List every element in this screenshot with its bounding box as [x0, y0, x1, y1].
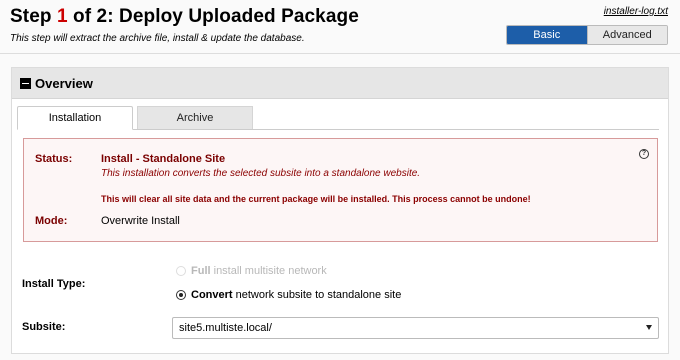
mode-toggle: Basic Advanced	[506, 25, 668, 45]
title-suffix: of 2: Deploy Uploaded Package	[73, 6, 359, 27]
install-type-label: Install Type:	[22, 278, 86, 290]
tab-archive[interactable]: Archive	[137, 106, 253, 130]
status-value: Install - Standalone Site	[101, 153, 226, 165]
overview-panel: Overview Installation Archive Status: In…	[11, 67, 669, 354]
tab-bar: Installation Archive	[17, 106, 253, 130]
installer-log-link[interactable]: installer-log.txt	[604, 6, 668, 17]
subsite-select[interactable]: site5.multiste.local/	[172, 317, 659, 339]
overview-header[interactable]: Overview	[12, 68, 668, 99]
collapse-icon[interactable]	[20, 77, 31, 89]
advanced-mode-button[interactable]: Advanced	[586, 26, 667, 44]
radio-convert-subsite[interactable]	[176, 290, 186, 300]
status-label: Status:	[35, 153, 73, 165]
option-full-bold: Full	[191, 265, 211, 277]
warning-text: This will clear all site data and the cu…	[101, 194, 531, 204]
status-description: This installation converts the selected …	[101, 168, 421, 179]
help-icon[interactable]: ?	[639, 149, 649, 159]
title-prefix: Step	[10, 6, 52, 27]
option-full-install: Full install multisite network	[176, 265, 327, 277]
basic-mode-button[interactable]: Basic	[507, 26, 587, 44]
mode-label: Mode:	[35, 215, 68, 227]
chevron-down-icon	[646, 325, 652, 330]
subsite-label: Subsite:	[22, 321, 66, 333]
overview-title: Overview	[35, 75, 93, 91]
option-full-text: install multisite network	[213, 265, 327, 277]
page-title: Step 1 of 2: Deploy Uploaded Package	[10, 6, 359, 28]
option-convert-subsite: Convert network subsite to standalone si…	[176, 289, 401, 301]
mode-value: Overwrite Install	[101, 215, 180, 227]
step-number: 1	[56, 6, 68, 27]
status-box: Status: Install - Standalone Site This i…	[23, 138, 658, 242]
header-divider	[0, 53, 680, 54]
radio-full-install[interactable]	[176, 266, 186, 276]
option-convert-bold: Convert	[191, 289, 233, 301]
option-convert-text: network subsite to standalone site	[235, 289, 402, 301]
page-subtitle: This step will extract the archive file,…	[10, 33, 305, 44]
tab-installation[interactable]: Installation	[17, 106, 133, 130]
subsite-value: site5.multiste.local/	[179, 322, 272, 334]
